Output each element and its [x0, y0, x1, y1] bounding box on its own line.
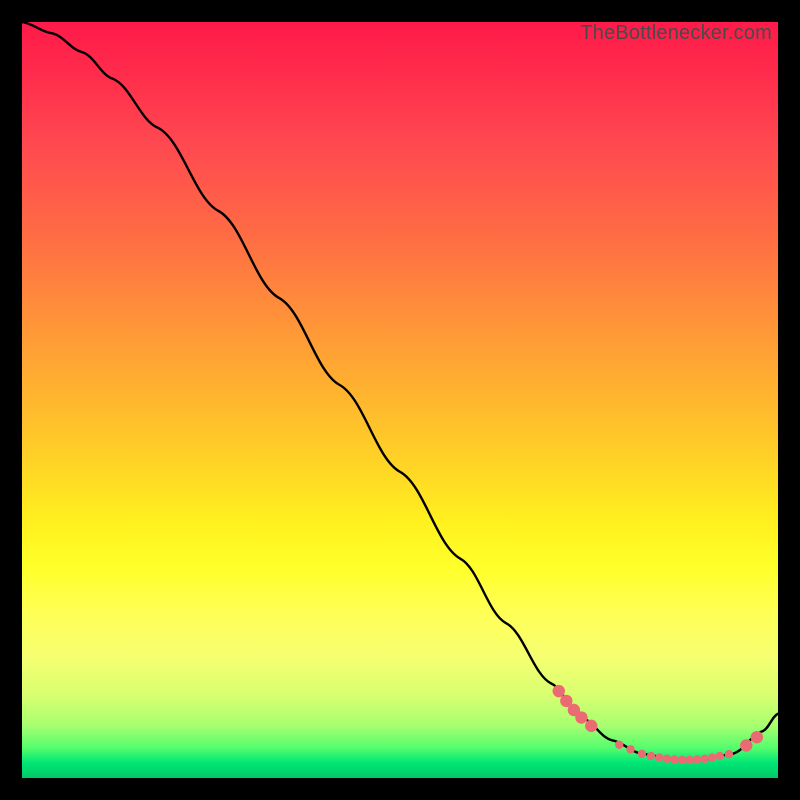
marker-dot [678, 756, 686, 764]
marker-dot [751, 731, 763, 743]
marker-dot [685, 756, 693, 764]
marker-dot [626, 745, 634, 753]
marker-group [553, 685, 763, 764]
marker-dot [655, 753, 663, 761]
marker-dot [638, 750, 646, 758]
marker-dot [740, 739, 752, 751]
marker-dot [693, 755, 701, 763]
chart-frame: TheBottlenecker.com [0, 0, 800, 800]
marker-dot [670, 755, 678, 763]
marker-dot [708, 753, 716, 761]
marker-dot [553, 685, 565, 697]
watermark-text: TheBottlenecker.com [580, 22, 772, 45]
marker-dot [663, 755, 671, 763]
marker-dot [615, 741, 623, 749]
marker-dot [647, 752, 655, 760]
marker-dot [575, 711, 587, 723]
marker-dot [725, 750, 733, 758]
marker-dot [716, 752, 724, 760]
plot-area: TheBottlenecker.com [22, 22, 778, 778]
marker-dot [700, 755, 708, 763]
marker-dot [585, 720, 597, 732]
chart-svg [22, 22, 778, 778]
bottleneck-curve-path [22, 22, 778, 760]
